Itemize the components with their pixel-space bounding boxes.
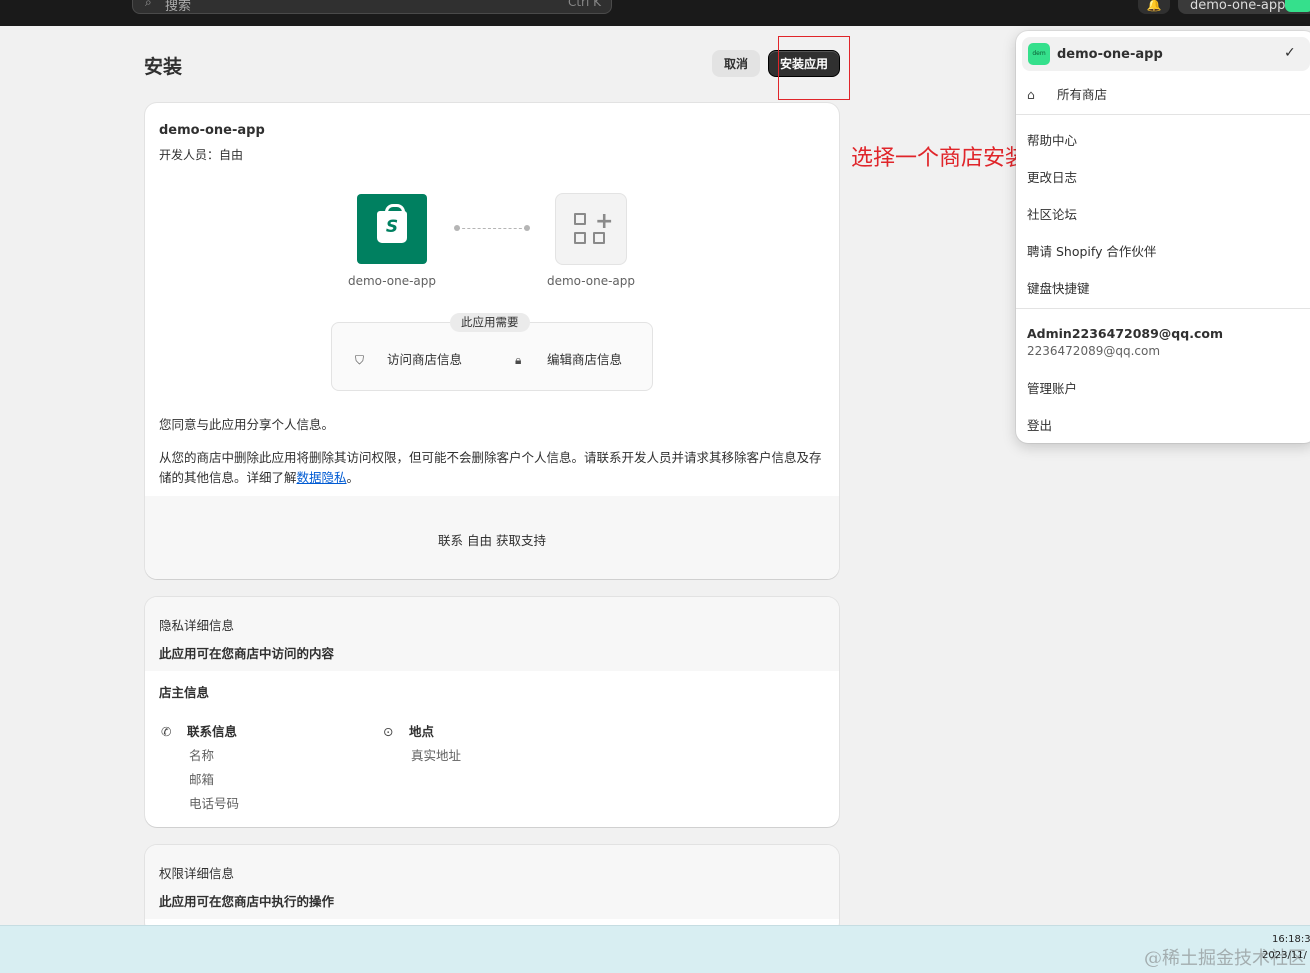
annotation-note: 选择一个商店安装 (851, 146, 1028, 171)
store-icon: ⌂ (1027, 87, 1035, 102)
notification-bell-icon[interactable]: 🔔 (1138, 0, 1170, 14)
location-pin-icon: ⊙ (383, 724, 394, 739)
keyboard-shortcuts-item[interactable]: 键盘快捷键 (1027, 278, 1090, 297)
taskbar-time: 16:18:3 (1272, 934, 1310, 945)
store-avatar: dem (1028, 43, 1050, 65)
location-item: 真实地址 (411, 748, 462, 763)
consent-text: 您同意与此应用分享个人信息。 (159, 417, 335, 432)
store-avatar[interactable] (1285, 0, 1310, 12)
owner-heading: 店主信息 (159, 685, 210, 700)
contact-item: 电话号码 (189, 796, 240, 811)
cancel-button[interactable]: 取消 (712, 50, 760, 77)
hire-partner-item[interactable]: 聘请 Shopify 合作伙伴 (1027, 241, 1156, 260)
data-privacy-link[interactable]: 数据隐私 (297, 470, 347, 485)
account-email-title: Admin2236472089@qq.com (1027, 326, 1223, 341)
permission-label: 编辑商店信息 (547, 352, 623, 367)
support-link[interactable]: 联系 自由 获取支持 (145, 530, 839, 549)
store-tile-label: demo-one-app (546, 274, 636, 288)
shopify-bag-icon: S (377, 204, 407, 243)
store-name: demo-one-app (1057, 47, 1163, 62)
section-header: 隐私详细信息 此应用可在您商店中访问的内容 (145, 597, 839, 671)
os-taskbar (0, 925, 1310, 973)
location-group: ⊙ 地点 真实地址 (383, 721, 461, 764)
plus-icon: + (595, 209, 614, 234)
permission-item: 🔒︎ 编辑商店信息 (515, 349, 622, 368)
section-title: 权限详细信息 (159, 866, 235, 881)
divider (1016, 114, 1310, 115)
section-subtitle: 此应用可在您商店中访问的内容 (159, 646, 335, 661)
search-shortcut: Ctrl K (567, 0, 601, 9)
help-center-item[interactable]: 帮助中心 (1027, 130, 1077, 149)
contact-item: 邮箱 (189, 772, 215, 787)
contact-heading: 联系信息 (187, 724, 238, 739)
removal-notice: 从您的商店中删除此应用将删除其访问权限，但可能不会删除客户个人信息。请联系开发人… (159, 448, 827, 488)
divider (1016, 308, 1310, 309)
location-heading: 地点 (409, 724, 435, 739)
account-dropdown: dem demo-one-app ✓ ⌂ 所有商店 帮助中心 更改日志 社区论坛 … (1016, 31, 1310, 443)
check-icon: ✓ (1284, 45, 1296, 61)
all-stores-label: 所有商店 (1057, 87, 1108, 102)
connector-line (457, 228, 527, 229)
connector-dot (524, 225, 530, 231)
apps-grid-icon (574, 213, 586, 225)
lock-icon: 🔒︎ (515, 353, 522, 367)
developer-label: 开发人员：自由 (159, 148, 244, 162)
shield-icon: ⛉ (355, 353, 365, 367)
account-email: 2236472089@qq.com (1027, 344, 1161, 358)
apps-grid-icon (593, 232, 605, 244)
top-bar: ⌕ 搜索 Ctrl K 🔔 demo-one-app (0, 0, 1310, 26)
permission-details-card: 权限详细信息 此应用可在您商店中执行的操作 (145, 845, 839, 935)
privacy-details-card: 隐私详细信息 此应用可在您商店中访问的内容 店主信息 ✆ 联系信息 名称 邮箱 电… (145, 597, 839, 827)
phone-icon: ✆ (161, 724, 172, 739)
logout-item[interactable]: 登出 (1027, 415, 1052, 434)
section-subtitle: 此应用可在您商店中执行的操作 (159, 894, 335, 909)
search-placeholder: 搜索 (165, 0, 192, 14)
highlight-box (778, 36, 850, 100)
section-header: 权限详细信息 此应用可在您商店中执行的操作 (145, 845, 839, 919)
search-icon: ⌕ (145, 0, 152, 9)
permission-item: ⛉ 访问商店信息 (355, 349, 462, 368)
permission-label: 访问商店信息 (387, 352, 463, 367)
app-install-card: demo-one-app 开发人员：自由 S demo-one-app + de… (145, 103, 839, 579)
taskbar-date: 2023/11/ (1262, 950, 1307, 961)
removal-text: 从您的商店中删除此应用将删除其访问权限，但可能不会删除客户个人信息。请联系开发人… (159, 450, 822, 485)
period: 。 (346, 470, 360, 485)
app-tile-label: demo-one-app (347, 274, 437, 288)
contact-item: 名称 (189, 748, 215, 763)
app-tile: S (357, 194, 427, 264)
section-title: 隐私详细信息 (159, 618, 235, 633)
requires-badge: 此应用需要 (450, 313, 530, 332)
all-stores-item[interactable]: ⌂ 所有商店 (1027, 84, 1107, 103)
app-name: demo-one-app (159, 123, 265, 138)
manage-account-item[interactable]: 管理账户 (1027, 378, 1077, 397)
support-footer: 联系 自由 获取支持 (145, 496, 839, 579)
apps-grid-icon (574, 232, 586, 244)
page-title: 安装 (144, 56, 183, 78)
store-menu-item[interactable]: dem demo-one-app ✓ (1022, 37, 1310, 71)
changelog-item[interactable]: 更改日志 (1027, 167, 1077, 186)
contact-info-group: ✆ 联系信息 名称 邮箱 电话号码 (161, 721, 239, 812)
community-forum-item[interactable]: 社区论坛 (1027, 204, 1077, 223)
search-input[interactable]: ⌕ 搜索 Ctrl K (132, 0, 612, 14)
store-tile: + (555, 193, 627, 265)
